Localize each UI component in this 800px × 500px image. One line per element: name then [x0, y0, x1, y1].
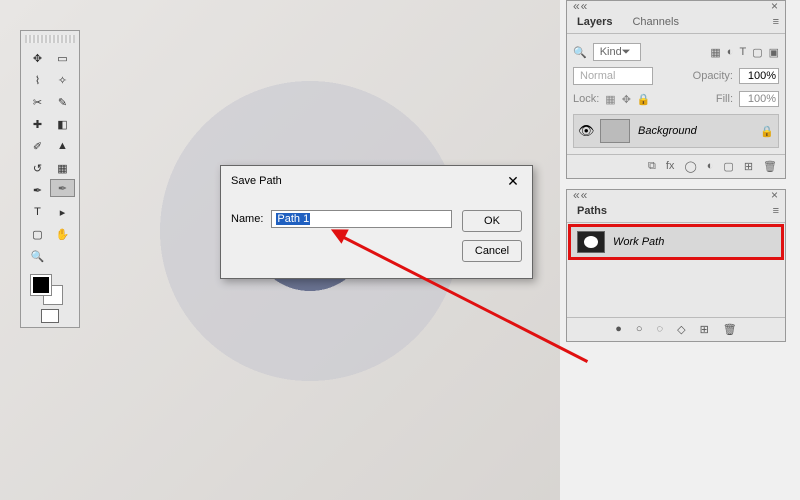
shape-tool[interactable]: ▢ — [25, 223, 50, 245]
visibility-icon[interactable]: 👁 — [578, 123, 592, 139]
blend-mode-select[interactable]: Normal — [573, 67, 653, 85]
fill-input[interactable]: 100% — [739, 91, 779, 107]
tab-layers[interactable]: Layers — [567, 11, 622, 33]
empty-tool — [50, 245, 75, 267]
marquee-tool[interactable]: ▭ — [50, 47, 75, 69]
new-layer-icon[interactable]: ⊞ — [744, 160, 753, 173]
paths-footer: ● ○ ◌ ◇ ⊞ 🗑 — [567, 317, 785, 341]
move-tool[interactable]: ✥ — [25, 47, 50, 69]
pen-tool[interactable]: ✒ — [25, 179, 50, 201]
freeform-pen-tool[interactable]: ✒ — [50, 179, 75, 197]
mask-icon[interactable]: ◯ — [684, 160, 696, 173]
name-label: Name: — [231, 213, 263, 225]
layers-panel: ««× Layers Channels ≡ 🔍 Kind ⏷ ▦ ◐ T ▢ ▣… — [566, 0, 786, 179]
type-tool[interactable]: T — [25, 201, 50, 223]
cancel-button[interactable]: Cancel — [462, 240, 522, 262]
panel-menu-icon[interactable]: ≡ — [767, 11, 785, 33]
path-item-work-path[interactable]: Work Path — [571, 227, 781, 257]
filter-shape-icon[interactable]: ▢ — [752, 46, 762, 59]
wand-tool[interactable]: ✧ — [50, 69, 75, 91]
hand-tool[interactable]: ✋ — [50, 223, 75, 245]
trash-icon[interactable]: 🗑 — [723, 323, 737, 336]
make-workpath-icon[interactable]: ◇ — [677, 323, 685, 336]
filter-adjust-icon[interactable]: ◐ — [727, 46, 734, 59]
layer-name[interactable]: Background — [638, 125, 697, 137]
healing-tool[interactable]: ✚ — [25, 113, 50, 135]
clone-tool[interactable]: ▲ — [50, 135, 75, 157]
eyedropper-tool[interactable]: ✎ — [50, 91, 75, 113]
fill-label: Fill: — [716, 93, 733, 105]
lock-all-icon[interactable]: 🔒 — [637, 93, 651, 106]
save-path-dialog: Save Path ✕ Name: Path 1 OK Cancel — [220, 165, 533, 279]
search-icon[interactable]: 🔍 — [573, 46, 587, 59]
lock-icon[interactable]: 🔒 — [760, 125, 774, 138]
new-path-icon[interactable]: ⊞ — [700, 323, 709, 336]
quickmask-icon[interactable] — [41, 309, 59, 323]
path-thumbnail[interactable] — [577, 231, 605, 253]
path-name-input[interactable]: Path 1 — [271, 210, 452, 228]
lasso-tool[interactable]: ⌇ — [25, 69, 50, 91]
fill-path-icon[interactable]: ● — [615, 323, 622, 336]
fx-icon[interactable]: fx — [666, 160, 675, 173]
filter-pixel-icon[interactable]: ▦ — [710, 46, 720, 59]
path-name[interactable]: Work Path — [613, 236, 664, 248]
zoom-tool[interactable]: 🔍 — [25, 245, 50, 267]
opacity-input[interactable]: 100% — [739, 68, 779, 84]
opacity-label: Opacity: — [693, 70, 733, 82]
color-swatches[interactable] — [25, 273, 75, 305]
link-layers-icon[interactable]: ⧉ — [648, 160, 656, 173]
filter-kind-select[interactable]: Kind ⏷ — [593, 43, 641, 61]
adjustment-icon[interactable]: ◐ — [707, 160, 714, 173]
group-icon[interactable]: ▢ — [723, 160, 733, 173]
filter-type-icon[interactable]: T — [739, 46, 746, 59]
stroke-path-icon[interactable]: ○ — [636, 323, 643, 336]
close-icon[interactable]: ✕ — [504, 172, 522, 190]
toolbox-grip[interactable] — [25, 35, 75, 43]
dialog-title: Save Path — [231, 175, 282, 187]
tab-paths[interactable]: Paths — [567, 200, 617, 222]
lock-label: Lock: — [573, 93, 599, 105]
layer-item[interactable]: 👁 Background 🔒 — [573, 114, 779, 148]
lock-pixels-icon[interactable]: ▦ — [605, 93, 615, 106]
history-brush-tool[interactable]: ↺ — [25, 157, 50, 179]
trash-icon[interactable]: 🗑 — [763, 160, 777, 173]
eraser-tool[interactable]: ◧ — [50, 113, 75, 135]
path-to-selection-icon[interactable]: ◌ — [657, 323, 664, 336]
toolbox: ✥▭ ⌇✧ ✂✎ ✚◧ ✐▲ ↺▦ ✒✒ T▸ ▢✋ 🔍 — [20, 30, 80, 328]
crop-tool[interactable]: ✂ — [25, 91, 50, 113]
lock-position-icon[interactable]: ✥ — [622, 93, 631, 106]
path-select-tool[interactable]: ▸ — [50, 201, 75, 223]
filter-smart-icon[interactable]: ▣ — [769, 46, 779, 59]
gradient-tool[interactable]: ▦ — [50, 157, 75, 179]
paths-panel: ««× Paths ≡ Work Path ● ○ ◌ ◇ ⊞ 🗑 — [566, 189, 786, 342]
brush-tool[interactable]: ✐ — [25, 135, 50, 157]
layer-thumbnail[interactable] — [600, 119, 630, 143]
panel-menu-icon[interactable]: ≡ — [767, 200, 785, 222]
foreground-color[interactable] — [31, 275, 51, 295]
tab-channels[interactable]: Channels — [622, 11, 688, 33]
ok-button[interactable]: OK — [462, 210, 522, 232]
layers-footer: ⧉ fx ◯ ◐ ▢ ⊞ 🗑 — [567, 154, 785, 178]
